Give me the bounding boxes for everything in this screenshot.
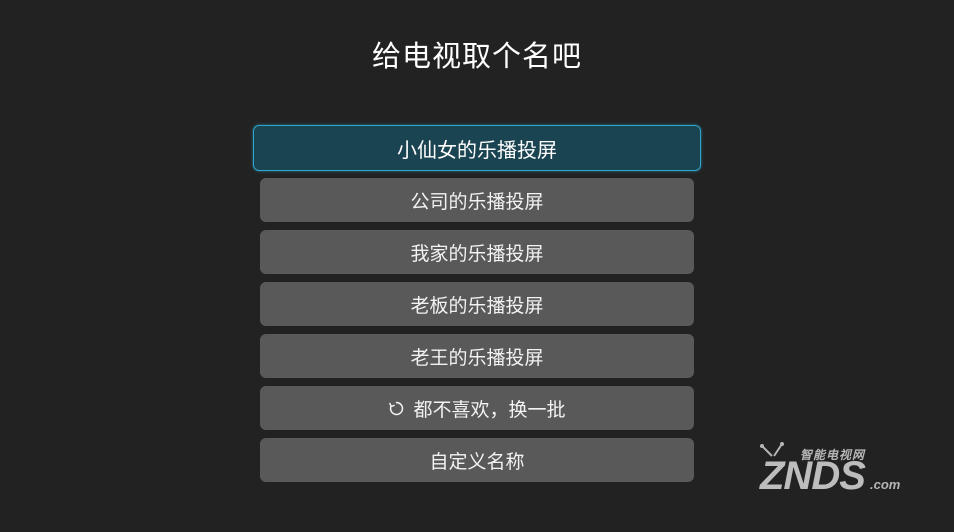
name-option-1[interactable]: 小仙女的乐播投屏	[253, 125, 701, 171]
option-label: 我家的乐播投屏	[410, 242, 544, 265]
name-option-5[interactable]: 老王的乐播投屏	[260, 334, 694, 378]
refresh-options-button[interactable]: 都不喜欢，换一批	[260, 386, 694, 430]
watermark-domain: .com	[870, 477, 901, 492]
name-option-2[interactable]: 公司的乐播投屏	[260, 178, 694, 222]
tv-naming-screen: 给电视取个名吧 小仙女的乐播投屏 公司的乐播投屏 我家的乐播投屏 老板的乐播投屏…	[0, 0, 954, 532]
option-label: 老王的乐播投屏	[410, 346, 544, 369]
watermark-logo-text: ZNDS	[760, 454, 866, 498]
name-option-3[interactable]: 我家的乐播投屏	[260, 230, 694, 274]
name-option-4[interactable]: 老板的乐播投屏	[260, 282, 694, 326]
option-label: 老板的乐播投屏	[410, 294, 544, 317]
option-label: 公司的乐播投屏	[410, 190, 544, 213]
option-label: 小仙女的乐播投屏	[397, 137, 557, 162]
custom-label: 自定义名称	[429, 450, 525, 473]
page-title: 给电视取个名吧	[371, 39, 582, 73]
custom-name-button[interactable]: 自定义名称	[260, 438, 694, 482]
znds-watermark: 智能电视网 ZNDS .com	[742, 432, 912, 498]
refresh-label: 都不喜欢，换一批	[413, 398, 566, 421]
refresh-icon	[389, 401, 404, 415]
name-option-list: 小仙女的乐播投屏 公司的乐播投屏 我家的乐播投屏 老板的乐播投屏 老王的乐播投屏…	[253, 125, 701, 490]
